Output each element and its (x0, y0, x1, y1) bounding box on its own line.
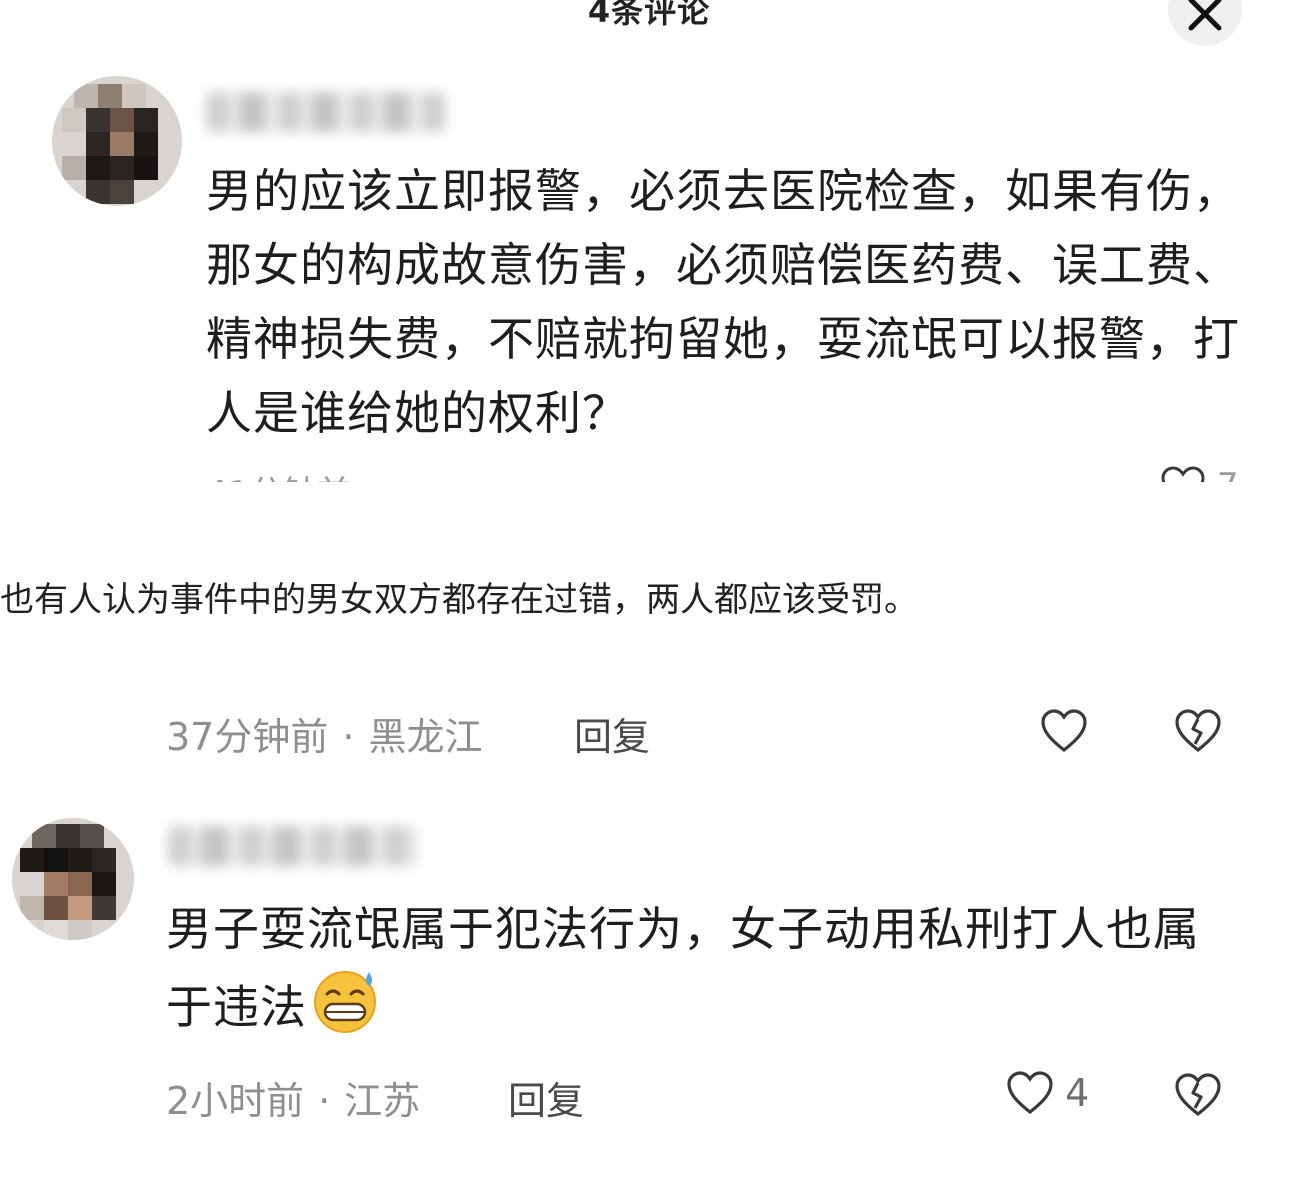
broken-heart-icon (1175, 1073, 1221, 1117)
comment-text: 男子耍流氓属于犯法行为，女子动用私刑打人也属于违法 (166, 892, 1236, 1055)
like-count: 7 (1217, 466, 1239, 482)
heart-outline-icon (1007, 1071, 1053, 1115)
meta-separator: · (342, 715, 355, 759)
dislike-button[interactable] (1174, 708, 1222, 758)
heart-outline-icon (1041, 709, 1087, 753)
comment-location: 江苏 (344, 1079, 421, 1123)
username-blurred[interactable] (168, 826, 418, 866)
broken-heart-icon (1175, 709, 1221, 753)
grinning-sweat-emoji (307, 966, 381, 1055)
comment-location: 黑龙江 (368, 715, 483, 759)
like-button[interactable]: 7 (1160, 466, 1238, 482)
like-count: 4 (1065, 1071, 1090, 1115)
avatar[interactable] (12, 818, 134, 940)
close-icon (1188, 0, 1222, 31)
meta-separator: · (318, 1079, 331, 1123)
dislike-button[interactable] (1174, 1072, 1222, 1122)
article-paragraph: 也有人认为事件中的男女双方都存在过错，两人都应该受罚。 (0, 580, 918, 620)
username-blurred[interactable] (206, 92, 446, 132)
close-button[interactable] (1168, 0, 1242, 46)
comment-meta: 37分钟前 · 黑龙江 (166, 706, 482, 761)
like-button[interactable] (1040, 708, 1088, 758)
comment-meta-row-clipped: 41分钟前 7 (0, 458, 1298, 482)
comment-time: 41分钟前 (206, 466, 351, 482)
comments-header-title: 4条评论 (587, 0, 711, 30)
reply-button[interactable]: 回复 (574, 706, 650, 761)
heart-outline-icon (1161, 466, 1205, 482)
comment-meta: 2小时前 · 江苏 (166, 1070, 420, 1125)
like-button[interactable]: 4 (1006, 1070, 1089, 1116)
reply-button[interactable]: 回复 (508, 1070, 584, 1125)
comment-text: 男的应该立即报警，必须去医院检查，如果有伤，那女的构成故意伤害，必须赔偿医药费、… (206, 164, 1240, 440)
avatar[interactable] (52, 76, 182, 206)
comment-time: 2小时前 (166, 1079, 305, 1123)
comment-time: 37分钟前 (166, 715, 329, 759)
